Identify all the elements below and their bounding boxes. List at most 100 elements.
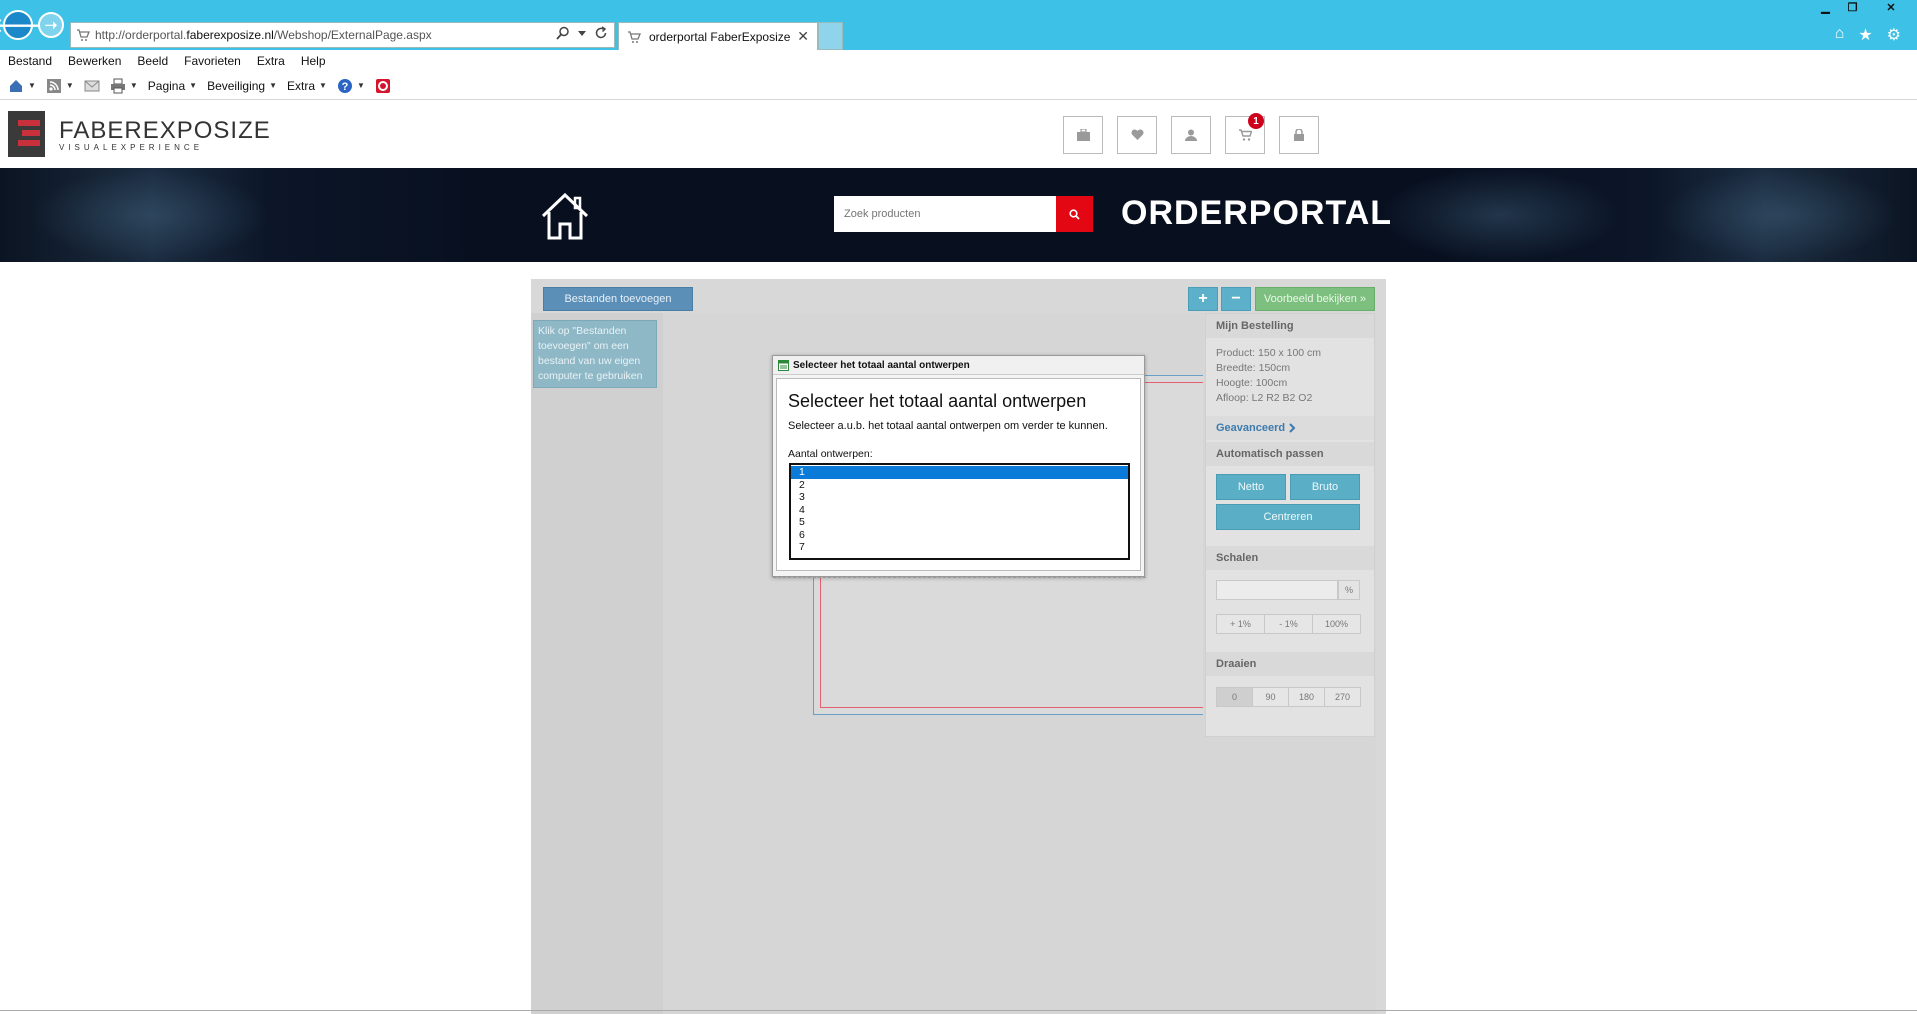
help-command[interactable]: ? ▼ [337,78,365,94]
cart-favicon-icon [77,29,90,41]
forward-button[interactable]: ➝ [38,12,64,38]
close-window-icon[interactable]: ✕ [1866,0,1916,14]
cart-icon [1238,129,1252,141]
wishlist-button[interactable] [1117,116,1157,154]
files-panel: Klik op "Bestanden toevoegen" om een bes… [531,313,663,1014]
order-panel: Mijn Bestelling Product: 150 x 100 cm Br… [1203,313,1376,1014]
briefcase-icon [1076,129,1090,141]
scale-input[interactable] [1216,580,1338,600]
search-icon[interactable] [556,26,570,40]
list-item[interactable]: 5 [791,516,1128,529]
browser-tab[interactable]: orderportal FaberExposize ✕ [618,22,818,50]
briefcase-button[interactable] [1063,116,1103,154]
home-command[interactable]: ▼ [8,78,36,94]
advanced-link[interactable]: Geavanceerd [1206,416,1374,440]
scale-title: Schalen [1206,546,1374,570]
menu-bestand[interactable]: Bestand [8,54,52,68]
list-item[interactable]: 2 [791,479,1128,492]
center-button[interactable]: Centreren [1216,504,1360,530]
feeds-command[interactable]: ▼ [46,78,74,94]
scale-minus-1-button[interactable]: - 1% [1264,614,1313,634]
command-bar: ▼ ▼ ▼ Pagina ▼ Beveiliging ▼ Extra ▼ ? ▼ [0,72,1917,100]
add-files-hint: Klik op "Bestanden toevoegen" om een bes… [533,320,657,388]
zoom-in-button[interactable]: + [1188,287,1218,311]
status-divider [0,1010,1917,1011]
dialog-body: Selecteer het totaal aantal ontwerpen Se… [776,378,1141,571]
site-header: FABEREXPOSIZE VISUALEXPERIENCE 1 [0,101,1917,168]
addon-icon [375,78,390,93]
menu-bewerken[interactable]: Bewerken [68,54,121,68]
address-bar[interactable]: http://orderportal.faberexposize.nl/Webs… [70,22,615,48]
logo-name: FABEREXPOSIZE [59,116,271,144]
scale-100-button[interactable]: 100% [1312,614,1361,634]
new-tab-button[interactable] [818,22,843,50]
design-count-label: Aantal ontwerpen: [788,448,873,460]
list-item[interactable]: 6 [791,529,1128,542]
design-count-dialog: Selecteer het totaal aantal ontwerpen Se… [772,355,1146,580]
page-menu[interactable]: Pagina ▼ [148,79,197,93]
rotate-180-button[interactable]: 180 [1288,687,1325,707]
dialog-title: Selecteer het totaal aantal ontwerpen [793,359,970,371]
scale-plus-1-button[interactable]: + 1% [1216,614,1265,634]
list-item[interactable]: 3 [791,491,1128,504]
back-button[interactable]: 🡐 [0,10,45,40]
search-icon [1069,208,1080,220]
mail-icon [84,80,100,91]
auto-fit-title: Automatisch passen [1206,442,1374,466]
bruto-button[interactable]: Bruto [1290,474,1360,500]
refresh-icon[interactable] [594,26,608,40]
cart-button[interactable]: 1 [1225,113,1265,154]
extra-menu[interactable]: Extra ▼ [287,79,327,93]
rotate-0-button[interactable]: 0 [1216,687,1253,707]
menu-help[interactable]: Help [301,54,326,68]
close-tab-icon[interactable]: ✕ [797,28,809,45]
cart-favicon-icon [628,30,641,43]
design-count-listbox[interactable]: 1 2 3 4 5 6 7 [789,463,1130,560]
addon-command[interactable] [375,78,391,94]
print-command[interactable]: ▼ [110,78,138,94]
menu-beeld[interactable]: Beeld [137,54,168,68]
account-button[interactable] [1171,116,1211,154]
netto-button[interactable]: Netto [1216,474,1286,500]
lock-icon [1294,129,1304,141]
home-icon[interactable] [540,192,590,240]
favorites-star-icon[interactable]: ★ [1858,25,1872,45]
security-menu[interactable]: Beveiliging ▼ [207,79,277,93]
order-height: Hoogte: 100cm [1216,377,1288,389]
dialog-titlebar: Selecteer het totaal aantal ontwerpen [773,356,1144,375]
home-icon[interactable]: ⌂ [1835,25,1845,45]
faberexposize-logo[interactable]: FABEREXPOSIZE VISUALEXPERIENCE [8,111,271,157]
settings-gear-icon[interactable]: ⚙ [1887,25,1901,45]
restore-icon[interactable]: ❐ [1839,0,1866,14]
forward-arrow-icon: ➝ [44,17,58,34]
zoom-out-button[interactable]: − [1221,287,1251,311]
hero-banner: ORDERPORTAL [0,168,1917,262]
menu-bar: Bestand Bewerken Beeld Favorieten Extra … [0,50,1917,72]
rss-feed-icon [46,78,61,93]
list-item[interactable]: 7 [791,541,1128,554]
menu-extra[interactable]: Extra [257,54,285,68]
search-button[interactable] [1056,196,1093,232]
mail-command[interactable] [84,78,100,94]
rotate-270-button[interactable]: 270 [1324,687,1361,707]
list-item[interactable]: 1 [791,466,1128,479]
menu-favorieten[interactable]: Favorieten [184,54,241,68]
rotate-90-button[interactable]: 90 [1252,687,1289,707]
dropdown-arrow-icon[interactable] [578,26,586,40]
minimize-icon[interactable]: ▁ [1812,0,1839,14]
search-input[interactable] [834,196,1056,232]
printer-icon [110,78,125,93]
preview-button[interactable]: Voorbeeld bekijken » [1255,287,1375,311]
dialog-window-icon [778,359,789,371]
chevron-right-icon [1289,423,1296,433]
user-icon [1185,129,1197,141]
list-item[interactable]: 4 [791,504,1128,517]
svg-text:?: ? [342,81,349,93]
logo-mark-icon [8,111,45,157]
dialog-bottom-edge [773,577,1146,580]
add-files-button[interactable]: Bestanden toevoegen [543,287,693,311]
heart-icon [1130,129,1144,140]
banner-title: ORDERPORTAL [1121,194,1393,232]
dialog-description: Selecteer a.u.b. het totaal aantal ontwe… [788,420,1108,432]
login-button[interactable] [1279,116,1319,154]
